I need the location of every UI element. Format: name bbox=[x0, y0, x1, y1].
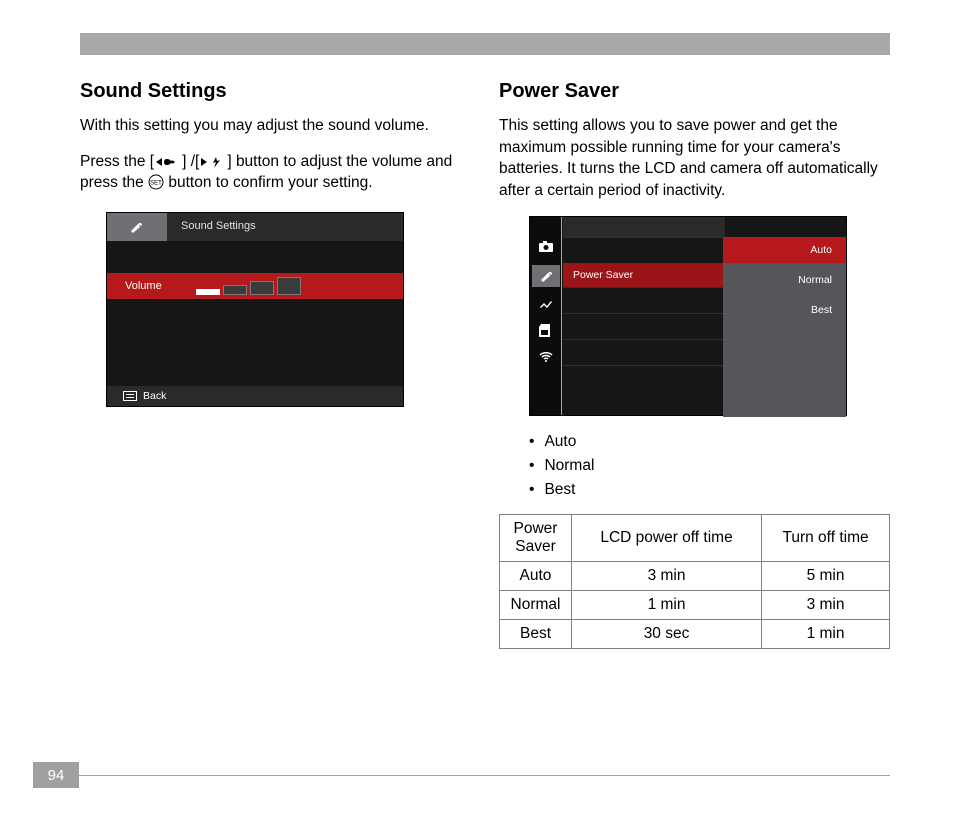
camera-icon bbox=[537, 239, 555, 255]
power-saver-screen: Power Saver Auto Normal Best bbox=[529, 216, 847, 416]
volume-step-2 bbox=[223, 285, 247, 295]
menu-header-spacer bbox=[563, 217, 725, 237]
set-button-icon: SET bbox=[148, 174, 164, 190]
bullet-auto: Auto bbox=[529, 430, 890, 454]
table-cell: Auto bbox=[500, 561, 572, 590]
menu-middle-column: Power Saver bbox=[563, 217, 725, 415]
power-saver-table: Power Saver LCD power off time Turn off … bbox=[499, 514, 890, 649]
left-column: Sound Settings With this setting you may… bbox=[80, 80, 471, 649]
volume-row: Volume bbox=[107, 273, 403, 299]
tab-title: Sound Settings bbox=[181, 220, 256, 232]
menu-icon bbox=[123, 391, 137, 401]
header-band bbox=[80, 33, 890, 55]
volume-steps bbox=[196, 277, 301, 295]
sd-card-icon bbox=[537, 323, 555, 339]
table-row: Normal 1 min 3 min bbox=[500, 590, 890, 619]
wrench-tab-icon bbox=[107, 213, 167, 241]
table-cell: 1 min bbox=[572, 590, 762, 619]
power-saver-para: This setting allows you to save power an… bbox=[499, 115, 890, 202]
sound-settings-heading: Sound Settings bbox=[80, 80, 471, 103]
power-saver-bullets: Auto Normal Best bbox=[529, 430, 890, 502]
tab-row: Sound Settings bbox=[107, 213, 403, 241]
volume-label: Volume bbox=[125, 280, 162, 292]
option-best: Best bbox=[723, 297, 846, 323]
svg-text:SET: SET bbox=[150, 181, 162, 187]
table-cell: 3 min bbox=[762, 590, 890, 619]
table-row: Best 30 sec 1 min bbox=[500, 619, 890, 648]
sound-settings-para2: Press the [] /[] button to adjust the vo… bbox=[80, 151, 471, 194]
volume-step-4 bbox=[277, 277, 301, 295]
menu-row bbox=[563, 313, 725, 339]
option-normal: Normal bbox=[723, 267, 846, 293]
page-content: Sound Settings With this setting you may… bbox=[80, 80, 890, 649]
bullet-normal: Normal bbox=[529, 454, 890, 478]
text-fragment: Press the [ bbox=[80, 153, 154, 170]
table-header: LCD power off time bbox=[572, 514, 762, 561]
table-cell: 3 min bbox=[572, 561, 762, 590]
menu-row bbox=[563, 287, 725, 313]
footer: 94 bbox=[33, 762, 890, 788]
text-fragment: ] /[ bbox=[182, 153, 199, 170]
playback-icon bbox=[537, 297, 555, 313]
back-label: Back bbox=[143, 390, 166, 402]
left-arrow-macro-icon bbox=[154, 155, 182, 169]
option-auto: Auto bbox=[723, 237, 846, 263]
options-panel: Auto Normal Best bbox=[723, 237, 846, 417]
wifi-icon bbox=[537, 349, 555, 365]
table-header: Turn off time bbox=[762, 514, 890, 561]
page-number: 94 bbox=[33, 762, 79, 788]
table-cell: 5 min bbox=[762, 561, 890, 590]
sound-settings-screen: Sound Settings Volume Back bbox=[106, 212, 404, 407]
menu-row bbox=[563, 365, 725, 391]
back-row: Back bbox=[107, 386, 403, 406]
volume-step-3 bbox=[250, 281, 274, 295]
volume-step-1 bbox=[196, 289, 220, 295]
wrench-icon bbox=[532, 265, 560, 287]
table-row: Auto 3 min 5 min bbox=[500, 561, 890, 590]
menu-row bbox=[563, 339, 725, 365]
right-column: Power Saver This setting allows you to s… bbox=[499, 80, 890, 649]
footer-line bbox=[79, 775, 890, 776]
table-cell: Normal bbox=[500, 590, 572, 619]
text-fragment: button to confirm your setting. bbox=[164, 174, 373, 191]
bullet-best: Best bbox=[529, 478, 890, 502]
menu-row bbox=[563, 237, 725, 263]
table-cell: 1 min bbox=[762, 619, 890, 648]
table-cell: 30 sec bbox=[572, 619, 762, 648]
left-icon-strip bbox=[530, 217, 562, 415]
power-saver-row: Power Saver bbox=[563, 263, 725, 287]
table-cell: Best bbox=[500, 619, 572, 648]
right-arrow-flash-icon bbox=[199, 155, 227, 169]
table-header: Power Saver bbox=[500, 514, 572, 561]
sound-settings-para1: With this setting you may adjust the sou… bbox=[80, 115, 471, 137]
power-saver-heading: Power Saver bbox=[499, 80, 890, 103]
table-header-row: Power Saver LCD power off time Turn off … bbox=[500, 514, 890, 561]
